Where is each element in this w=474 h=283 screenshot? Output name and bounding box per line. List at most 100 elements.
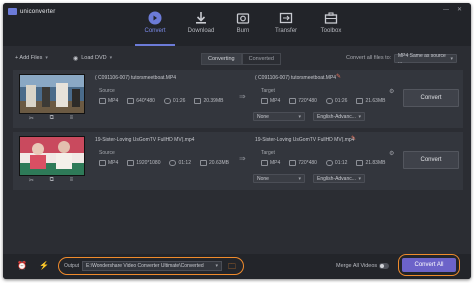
crop-icon[interactable]: ⧉ <box>50 115 54 122</box>
source-meta: MP4 1920*1080 01:12 20.63MB <box>99 160 229 166</box>
audio-select[interactable]: English-Advanc... ▾ <box>313 112 365 121</box>
crop-icon[interactable]: ⧉ <box>50 177 54 184</box>
format-icon <box>261 160 268 166</box>
audio-select[interactable]: English-Advanc... ▾ <box>313 174 365 183</box>
minimize-button[interactable]: — <box>443 7 449 13</box>
subtitle-value: None <box>257 175 269 182</box>
target-format: MP4 <box>261 160 280 166</box>
toolbar: + Add Files ▾ ◉ Load DVD ▾ Converting Co… <box>3 51 471 65</box>
close-button[interactable]: ✕ <box>457 7 462 13</box>
chevron-down-icon: ▾ <box>450 55 453 62</box>
chevron-down-icon: ▾ <box>358 175 361 182</box>
clock-icon <box>325 98 333 104</box>
source-format: MP4 <box>99 160 118 166</box>
folder-icon <box>356 98 364 104</box>
tab-burn-label: Burn <box>236 28 250 34</box>
burn-icon <box>236 13 250 24</box>
load-dvd-label: Load DVD <box>81 55 107 61</box>
top-nav-bar: uniconverter — ✕ Convert Download Burn T… <box>3 3 471 46</box>
source-filename: 19-Sister-Loving UsGomTV FullHD MV(.mp4 <box>95 137 195 143</box>
merge-all-videos-toggle[interactable] <box>379 263 389 269</box>
source-size: 20.39MB <box>194 98 223 104</box>
format-icon <box>261 98 268 104</box>
edit-icon[interactable]: ✎ <box>351 135 356 142</box>
thumbnail-image <box>20 137 84 175</box>
download-icon <box>196 12 206 24</box>
convert-all-button[interactable]: Convert All <box>402 258 456 272</box>
resolution-icon <box>289 98 297 104</box>
source-label: Source <box>99 150 115 156</box>
source-duration: 01:26 <box>163 98 185 104</box>
tab-transfer[interactable]: Transfer <box>266 11 306 34</box>
file-row[interactable]: ✂ ⧉ ≡ ( C091106-007) tutorsmeetboat.MP4 … <box>13 70 463 128</box>
subtitle-select[interactable]: None ▾ <box>253 174 305 183</box>
bottom-bar: ⏰ ⚡ Output E:\Wondershare Video Converte… <box>3 254 471 279</box>
arrow-right-icon: ⇒ <box>239 154 246 163</box>
output-path-value: E:\Wondershare Video Converter Ultimate\… <box>86 263 204 269</box>
edit-icon[interactable]: ✎ <box>336 73 341 80</box>
chevron-down-icon: ▾ <box>298 175 301 182</box>
audio-value: English-Advanc... <box>317 175 356 182</box>
subtitle-select[interactable]: None ▾ <box>253 112 305 121</box>
conversion-tabs: Converting Converted <box>201 53 281 65</box>
file-row[interactable]: ✂ ⧉ ≡ 19-Sister-Loving UsGomTV FullHD MV… <box>13 132 463 190</box>
convert-all-highlight: Convert All <box>398 254 460 276</box>
effects-icon[interactable]: ≡ <box>70 115 74 122</box>
tab-convert-label: Convert <box>144 28 166 34</box>
high-speed-icon[interactable]: ⚡ <box>39 261 49 270</box>
chevron-down-icon: ▾ <box>109 55 113 61</box>
thumbnail-image <box>20 75 84 113</box>
format-icon <box>99 98 106 104</box>
tab-toolbox-label: Toolbox <box>320 28 342 34</box>
logo-icon <box>8 8 17 15</box>
tab-converted[interactable]: Converted <box>241 53 281 65</box>
clock-icon <box>163 98 171 104</box>
dvd-icon: ◉ <box>73 55 79 62</box>
tab-download[interactable]: Download <box>181 11 221 34</box>
subtitle-value: None <box>257 113 269 120</box>
settings-gear-icon[interactable]: ⚙ <box>389 150 394 157</box>
convert-all-to-label: Convert all files to: <box>346 55 392 61</box>
settings-gear-icon[interactable]: ⚙ <box>389 88 394 95</box>
schedule-clock-icon[interactable]: ⏰ <box>17 261 27 270</box>
convert-button[interactable]: Convert <box>403 151 459 169</box>
merge-all-videos-label: Merge All Videos <box>336 263 378 269</box>
thumbnail-tools: ✂ ⧉ ≡ <box>21 115 81 122</box>
output-path-select[interactable]: E:\Wondershare Video Converter Ultimate\… <box>82 261 222 271</box>
output-label: Output <box>64 263 80 269</box>
open-folder-icon[interactable]: 🗀 <box>228 261 236 275</box>
resolution-icon <box>127 160 135 166</box>
tab-toolbox[interactable]: Toolbox <box>311 11 351 34</box>
toolbox-icon <box>324 12 338 24</box>
tab-burn[interactable]: Burn <box>223 11 263 34</box>
target-size: 21.63MB <box>356 98 385 104</box>
video-thumbnail[interactable] <box>19 136 85 176</box>
add-files-button[interactable]: + Add Files ▾ <box>15 51 48 65</box>
target-meta: MP4 720*480 01:26 21.63MB <box>261 98 385 104</box>
load-dvd-button[interactable]: ◉ Load DVD ▾ <box>73 51 112 65</box>
convert-all-to-select[interactable]: MP4 Same as source ... ▾ <box>394 53 457 65</box>
target-size: 21.83MB <box>356 160 385 166</box>
folder-icon <box>200 160 207 166</box>
output-highlight: Output E:\Wondershare Video Converter Ul… <box>58 257 244 275</box>
source-meta: MP4 640*480 01:26 20.39MB <box>99 98 223 104</box>
app-window: uniconverter — ✕ Convert Download Burn T… <box>3 3 471 279</box>
video-thumbnail[interactable] <box>19 74 85 114</box>
target-meta: MP4 720*480 01:12 21.83MB <box>261 160 385 166</box>
active-tab-indicator <box>135 44 175 46</box>
app-name: uniconverter <box>20 8 56 15</box>
target-duration: 01:12 <box>325 160 347 166</box>
transfer-icon <box>279 12 293 24</box>
tab-convert[interactable]: Convert <box>135 11 175 34</box>
tab-converting[interactable]: Converting <box>201 53 242 65</box>
convert-button[interactable]: Convert <box>403 89 459 107</box>
cut-icon[interactable]: ✂ <box>29 115 34 122</box>
cut-icon[interactable]: ✂ <box>29 177 34 184</box>
folder-icon <box>194 98 202 104</box>
arrow-right-icon: ⇒ <box>239 92 246 101</box>
source-duration: 01:12 <box>169 160 191 166</box>
tab-download-label: Download <box>187 28 215 34</box>
clock-icon <box>169 160 177 166</box>
effects-icon[interactable]: ≡ <box>70 177 74 184</box>
target-duration: 01:26 <box>325 98 347 104</box>
